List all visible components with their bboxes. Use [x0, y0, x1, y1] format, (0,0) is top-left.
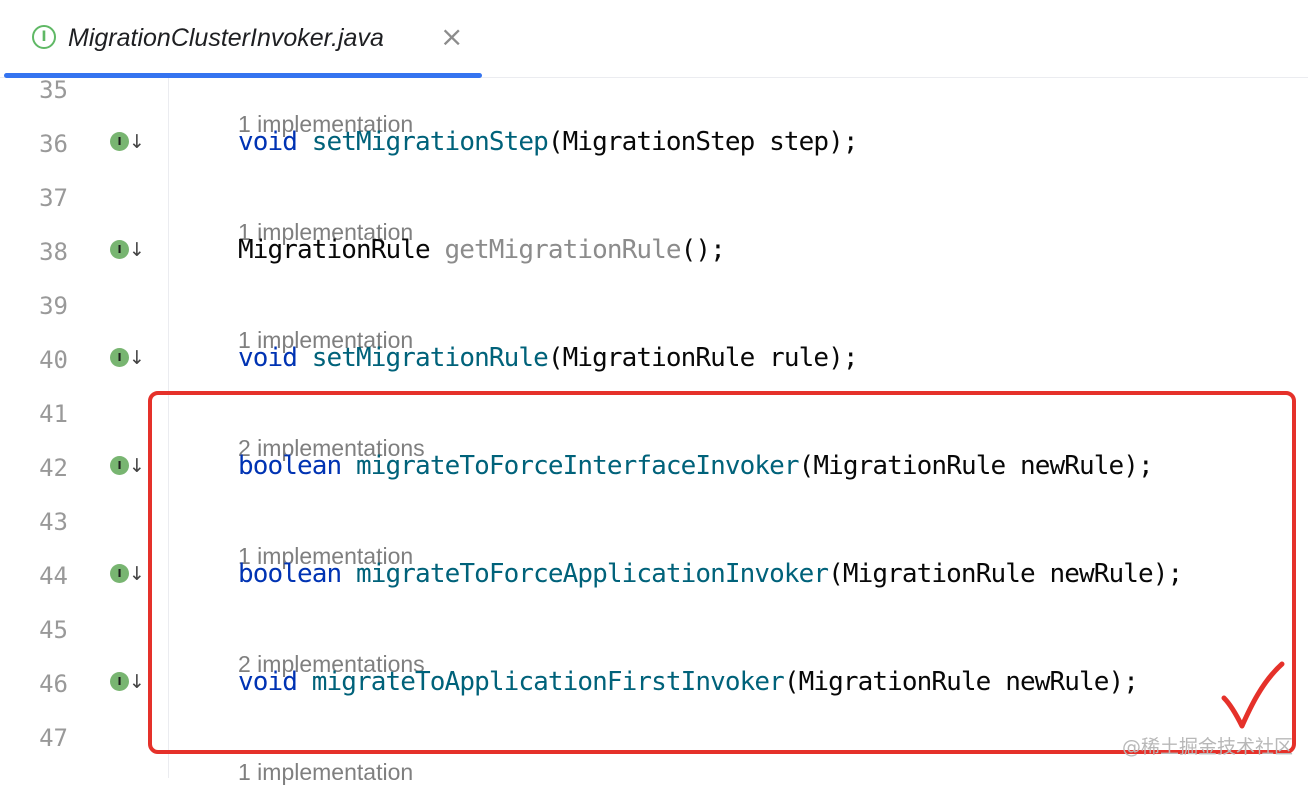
interface-marker-icon: I: [110, 348, 129, 367]
interface-marker-icon: I: [110, 456, 129, 475]
tab-migration-cluster-invoker[interactable]: I MigrationClusterInvoker.java ×: [4, 0, 482, 78]
line-number: 38: [39, 238, 68, 266]
interface-marker-icon: I: [110, 240, 129, 259]
code-line[interactable]: void setMigrationRule(MigrationRule rule…: [238, 343, 859, 373]
interface-marker-icon: I: [110, 564, 129, 583]
implemented-interface-icon[interactable]: I ↓: [110, 562, 145, 590]
code-token: getMigrationRule: [444, 235, 682, 265]
line-number: 40: [39, 346, 68, 374]
code-token: (MigrationRule rule);: [547, 343, 859, 373]
watermark: @稀土掘金技术社区: [1122, 736, 1294, 758]
keyword-token: void: [238, 127, 298, 157]
arrow-down-icon: ↓: [129, 131, 145, 153]
arrow-down-icon: ↓: [129, 347, 145, 369]
method-name-token: setMigrationStep: [311, 127, 549, 157]
code-line[interactable]: MigrationRule getMigrationRule();: [238, 235, 726, 265]
line-number: 47: [39, 724, 68, 752]
line-number: 43: [39, 508, 68, 536]
code-token: (MigrationStep step);: [547, 127, 859, 157]
close-icon[interactable]: ×: [440, 22, 463, 52]
interface-marker-icon: I: [110, 132, 129, 151]
implemented-interface-icon[interactable]: I ↓: [110, 454, 145, 482]
line-number: 46: [39, 670, 68, 698]
line-number: 37: [39, 184, 68, 212]
editor-tab-bar: I MigrationClusterInvoker.java ×: [0, 0, 1308, 78]
line-number: 39: [39, 292, 68, 320]
code-line[interactable]: void setMigrationStep(MigrationStep step…: [238, 127, 859, 157]
interface-marker-icon: I: [110, 672, 129, 691]
arrow-down-icon: ↓: [129, 239, 145, 261]
tab-title: MigrationClusterInvoker.java: [68, 24, 384, 52]
code-token: MigrationRule: [238, 235, 445, 265]
code-token: ();: [680, 235, 726, 265]
check-mark-icon: [1221, 661, 1285, 729]
arrow-down-icon: ↓: [129, 455, 145, 477]
arrow-down-icon: ↓: [129, 671, 145, 693]
implemented-interface-icon[interactable]: I ↓: [110, 238, 145, 266]
line-number: 44: [39, 562, 68, 590]
line-number: 45: [39, 616, 68, 644]
line-number: 35: [39, 76, 68, 104]
implemented-interface-icon[interactable]: I ↓: [110, 130, 145, 158]
implementations-hint[interactable]: 1 implementation: [238, 759, 413, 786]
implemented-interface-icon[interactable]: I ↓: [110, 346, 145, 374]
interface-icon: I: [32, 25, 56, 49]
implemented-interface-icon[interactable]: I ↓: [110, 670, 145, 698]
code-editor[interactable]: 35 1 implementation 36 void setMigrationSte…: [0, 76, 1308, 785]
keyword-token: void: [238, 343, 298, 373]
method-name-token: setMigrationRule: [311, 343, 549, 373]
arrow-down-icon: ↓: [129, 563, 145, 585]
line-number: 36: [39, 130, 68, 158]
highlight-annotation-box: [148, 391, 1296, 754]
line-number: 42: [39, 454, 68, 482]
line-number: 41: [39, 400, 68, 428]
